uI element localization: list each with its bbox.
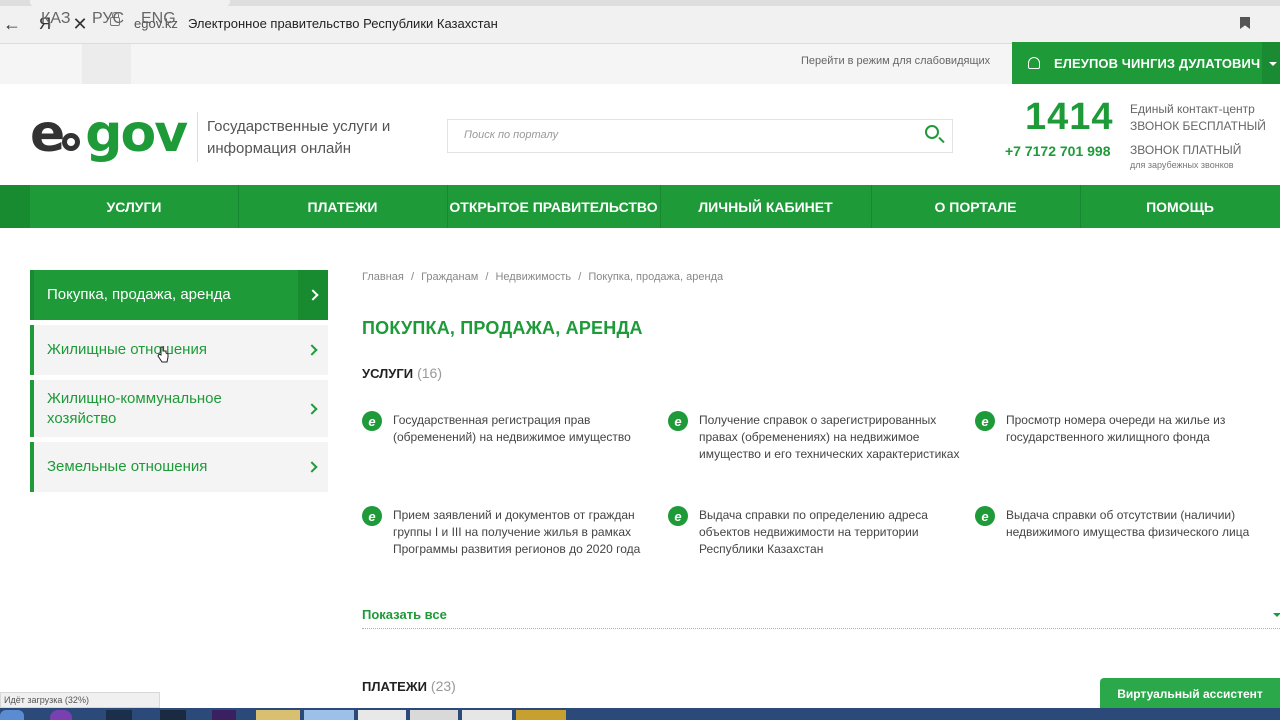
services-heading-label: УСЛУГИ	[362, 366, 414, 381]
taskbar-app-icon[interactable]	[516, 710, 566, 720]
egov-logo[interactable]: e gov	[30, 104, 188, 168]
address-page-title[interactable]: Электронное правительство Республики Каз…	[188, 16, 498, 31]
chevron-right-icon	[306, 344, 318, 356]
free-call-label: ЗВОНОК БЕСПЛАТНЫЙ	[1130, 119, 1266, 133]
contact-phone-long[interactable]: +7 7172 701 998	[1005, 143, 1111, 159]
stop-loading-icon[interactable]: ✕	[68, 12, 92, 36]
sidebar-item-label: Жилищно-коммунальное хозяйство	[47, 389, 222, 427]
logo-gov: gov	[85, 104, 188, 164]
taskbar-app-icon[interactable]	[160, 710, 186, 720]
sidebar-item-housing-utilities[interactable]: Жилищно-коммунальное хозяйство	[30, 380, 328, 437]
show-all-link[interactable]: Показать все	[362, 607, 447, 622]
chevron-right-icon	[306, 461, 318, 473]
service-link[interactable]: Просмотр номера очереди на жилье из госу…	[1006, 412, 1268, 446]
sidebar-item-buy-sell-rent[interactable]: Покупка, продажа, аренда	[30, 270, 328, 320]
nav-left-stub	[0, 185, 30, 228]
breadcrumb-citizens[interactable]: Гражданам	[421, 271, 478, 283]
taskbar-app-icon[interactable]	[106, 710, 132, 720]
user-name: ЕЛЕУПОВ ЧИНГИЗ ДУЛАТОВИЧ	[1054, 55, 1261, 71]
services-heading: УСЛУГИ (16)	[362, 365, 442, 381]
breadcrumb-separator: /	[410, 271, 414, 283]
breadcrumb-separator: /	[485, 271, 489, 283]
caret-down-icon	[1269, 62, 1277, 66]
payments-count: (23)	[430, 678, 456, 694]
lang-kz-link[interactable]: ҚАЗ	[41, 10, 70, 28]
virtual-assistant-button[interactable]: Виртуальный ассистент	[1100, 678, 1280, 710]
breadcrumb-real-estate[interactable]: Недвижимость	[495, 271, 571, 283]
nav-help[interactable]: ПОМОЩЬ	[1080, 185, 1280, 228]
logo-divider	[197, 112, 198, 162]
search-icon[interactable]	[925, 125, 939, 139]
site-tagline: Государственные услуги и информация онла…	[207, 118, 391, 157]
service-link[interactable]: Получение справок о зарегистрированных п…	[699, 412, 961, 463]
browser-active-tab[interactable]	[30, 0, 230, 6]
service-link[interactable]: Выдача справки об отсутствии (наличии) н…	[1006, 507, 1268, 541]
nav-about-portal[interactable]: О ПОРТАЛЕ	[871, 185, 1080, 228]
egov-e-icon: e	[362, 506, 382, 526]
user-account-button[interactable]: ЕЛЕУПОВ ЧИНГИЗ ДУЛАТОВИЧ	[1012, 42, 1262, 84]
taskbar-app-icon[interactable]	[256, 710, 300, 720]
egov-e-icon: e	[668, 506, 688, 526]
sidebar-item-housing-relations[interactable]: Жилищные отношения	[30, 325, 328, 375]
sidebar-item-label: Покупка, продажа, аренда	[47, 286, 231, 303]
egov-e-icon: e	[362, 411, 382, 431]
search-box[interactable]	[447, 119, 953, 153]
back-arrow-icon[interactable]: ←	[0, 12, 24, 36]
foreign-calls-label: для зарубежных звонков	[1130, 160, 1234, 170]
taskbar-app-icon[interactable]	[50, 710, 72, 720]
contact-center-note: Единый контакт-центр ЗВОНОК БЕСПЛАТНЫЙ	[1130, 101, 1266, 135]
taskbar-app-icon[interactable]	[212, 710, 236, 720]
service-link[interactable]: Государственная регистрация прав (обреме…	[393, 412, 655, 446]
payments-heading-label: ПЛАТЕЖИ	[362, 679, 427, 694]
logo-e: e	[30, 104, 65, 164]
breadcrumb-home[interactable]: Главная	[362, 271, 404, 283]
browser-status-bar: Идёт загрузка (32%)	[0, 692, 160, 708]
lang-en-link[interactable]: ENG	[141, 10, 176, 28]
page: ← Я ✕ egov.kz Электронное правительство …	[0, 0, 1280, 720]
egov-e-icon: e	[668, 411, 688, 431]
services-count: (16)	[417, 365, 442, 381]
service-link[interactable]: Прием заявлений и документов от граждан …	[393, 507, 655, 558]
nav-payments[interactable]: ПЛАТЕЖИ	[238, 185, 447, 228]
paid-call-label: ЗВОНОК ПЛАТНЫЙ	[1130, 143, 1242, 157]
page-title: ПОКУПКА, ПРОДАЖА, АРЕНДА	[362, 318, 643, 338]
taskbar-browser-icon[interactable]	[410, 710, 458, 720]
logo-arrow-icon	[62, 133, 80, 151]
sidebar-item-land-relations[interactable]: Земельные отношения	[30, 442, 328, 492]
taskbar-app-icon[interactable]	[358, 710, 406, 720]
nav-services[interactable]: УСЛУГИ	[30, 185, 238, 228]
user-icon	[1028, 57, 1040, 69]
egov-e-icon: e	[975, 411, 995, 431]
breadcrumb-separator: /	[578, 271, 582, 283]
start-button-icon[interactable]	[0, 710, 24, 720]
contact-phone-short[interactable]: 1414	[1025, 96, 1114, 139]
search-input[interactable]	[464, 129, 904, 141]
taskbar-app-icon[interactable]	[462, 710, 512, 720]
payments-heading: ПЛАТЕЖИ (23)	[362, 678, 456, 694]
contact-center-label: Единый контакт-центр	[1130, 102, 1255, 116]
hand-cursor-icon	[157, 346, 169, 363]
lang-ru-link[interactable]: РУС	[92, 10, 124, 28]
taskbar-app-icon[interactable]	[304, 710, 354, 720]
lang-ru-active-bg	[82, 44, 131, 84]
egov-e-icon: e	[975, 506, 995, 526]
nav-personal-cabinet[interactable]: ЛИЧНЫЙ КАБИНЕТ	[660, 185, 871, 228]
caret-down-icon[interactable]	[1273, 613, 1280, 617]
os-taskbar	[0, 708, 1280, 720]
service-link[interactable]: Выдача справки по определению адреса объ…	[699, 507, 961, 558]
low-vision-link[interactable]: Перейти в режим для слабовидящих	[801, 55, 990, 67]
sidebar-item-label: Земельные отношения	[47, 458, 208, 475]
chevron-right-icon	[306, 402, 318, 415]
breadcrumb: Главная / Гражданам / Недвижимость / Пок…	[362, 271, 727, 283]
nav-open-government[interactable]: ОТКРЫТОЕ ПРАВИТЕЛЬСТВО	[447, 185, 660, 228]
show-all-divider	[362, 628, 1280, 629]
system-tray[interactable]	[1130, 710, 1280, 720]
breadcrumb-current: Покупка, продажа, аренда	[588, 271, 724, 283]
